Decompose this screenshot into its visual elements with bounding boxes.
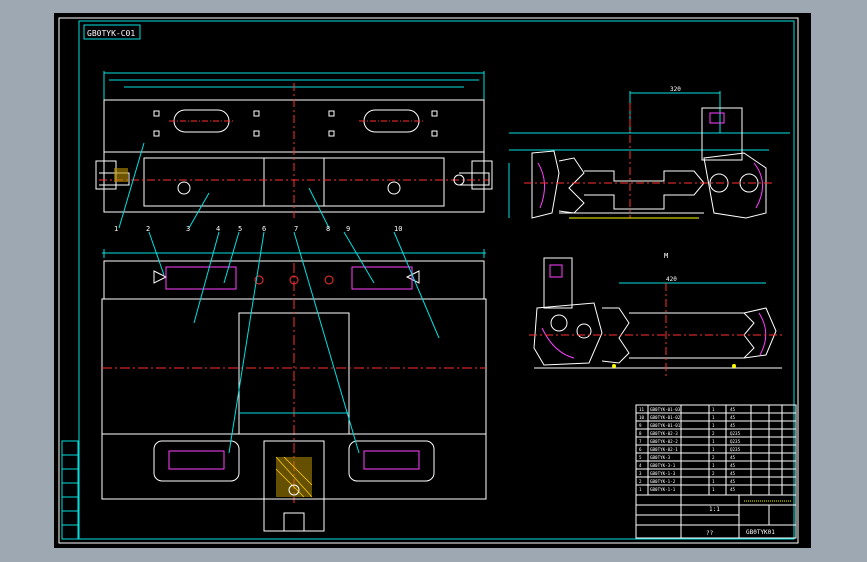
side-view: 320 (508, 86, 790, 219)
drawing-sheet: GB0TYK-C01 1 2 3 4 5 6 7 8 9 10 320 M 42… (54, 13, 811, 548)
bom-code: GB0TYK-3 (650, 455, 671, 460)
bom-code: GB0TYK-02-3 (650, 431, 678, 436)
bom-qty: 1 (712, 415, 715, 420)
bom-rows: 11 GB0TYK-01-03 1 45 10 GB0TYK-01-02 1 4… (639, 407, 741, 492)
bom-no: 4 (639, 463, 642, 468)
bom-mat: Q235 (730, 447, 741, 452)
bom-mat: Q235 (730, 439, 741, 444)
bom-qty: 1 (712, 487, 715, 492)
bom-no: 11 (639, 407, 645, 412)
bom-no: 1 (639, 487, 642, 492)
balloon-1: 1 (114, 225, 118, 233)
bom-qty: 1 (712, 423, 715, 428)
bom-mat: 45 (730, 479, 736, 484)
balloon-6: 6 (262, 225, 266, 233)
bom-code: GB0TYK-02-2 (650, 439, 678, 444)
bom-mat: Q235 (730, 431, 741, 436)
balloon-labels: 1 2 3 4 5 6 7 8 9 10 (114, 225, 402, 233)
bom-mat: 45 (730, 423, 736, 428)
cad-viewport: GB0TYK-C01 1 2 3 4 5 6 7 8 9 10 320 M 42… (0, 0, 867, 562)
bom-code: GB0TYK-1-1 (650, 487, 676, 492)
bom-no: 9 (639, 423, 642, 428)
title-name: ?? (706, 530, 714, 537)
bom-code: GB0TYK-1-2 (650, 479, 676, 484)
bom-mat: 45 (730, 415, 736, 420)
bom-no: 10 (639, 415, 645, 420)
bom-no: 5 (639, 455, 642, 460)
bom-code: GB0TYK-01-02 (650, 415, 681, 420)
bom-mat: 45 (730, 487, 736, 492)
title-drawing-code: GB0TYK01 (746, 529, 775, 536)
front-view (101, 249, 487, 532)
top-view-leaders (118, 142, 330, 229)
bom-qty: 1 (712, 479, 715, 484)
balloon-9: 9 (346, 225, 350, 233)
title-sheet: 1:1 (709, 506, 720, 513)
top-view (95, 71, 493, 218)
bom-qty: 1 (712, 463, 715, 468)
bom-code: GB0TYK-01-03 (650, 407, 681, 412)
balloon-7: 7 (294, 225, 298, 233)
balloon-8: 8 (326, 225, 330, 233)
bom-no: 6 (639, 447, 642, 452)
bom-qty: 1 (712, 447, 715, 452)
bom-code: GB0TYK-3-1 (650, 463, 676, 468)
bom-qty: 2 (712, 455, 715, 460)
bom-code: GB0TYK-1-3 (650, 471, 676, 476)
bom-table: 11 GB0TYK-01-03 1 45 10 GB0TYK-01-02 1 4… (635, 404, 797, 496)
bom-qty: 2 (712, 471, 715, 476)
balloon-4: 4 (216, 225, 220, 233)
bom-code: GB0TYK-01-01 (650, 423, 681, 428)
balloon-3: 3 (186, 225, 190, 233)
bom-no: 8 (639, 431, 642, 436)
view-label: M (664, 252, 668, 260)
code-stamp-text: GB0TYK-C01 (87, 29, 135, 38)
balloon-2: 2 (146, 225, 150, 233)
bom-qty: 1 (712, 439, 715, 444)
drawing-canvas: GB0TYK-C01 1 2 3 4 5 6 7 8 9 10 320 M 42… (58, 17, 799, 544)
bom-qty: 1 (712, 407, 715, 412)
bom-code: GB0TYK-02-1 (650, 447, 678, 452)
bom-no: 7 (639, 439, 642, 444)
bom-no: 3 (639, 471, 642, 476)
title-block: 1:1 ?? GB0TYK01 (635, 494, 797, 539)
bom-mat: 45 (730, 471, 736, 476)
bom-qty: 2 (712, 431, 715, 436)
dim-mid: 420 (666, 276, 677, 283)
code-stamp: GB0TYK-C01 (83, 24, 141, 40)
section-view-m: M 420 (529, 252, 784, 378)
bom-mat: 45 (730, 407, 736, 412)
bom-mat: 45 (730, 463, 736, 468)
revision-strip (61, 440, 79, 540)
bom-no: 2 (639, 479, 642, 484)
balloon-5: 5 (238, 225, 242, 233)
bom-mat: 45 (730, 455, 736, 460)
dim-top: 320 (670, 86, 681, 93)
balloon-10: 10 (394, 225, 402, 233)
